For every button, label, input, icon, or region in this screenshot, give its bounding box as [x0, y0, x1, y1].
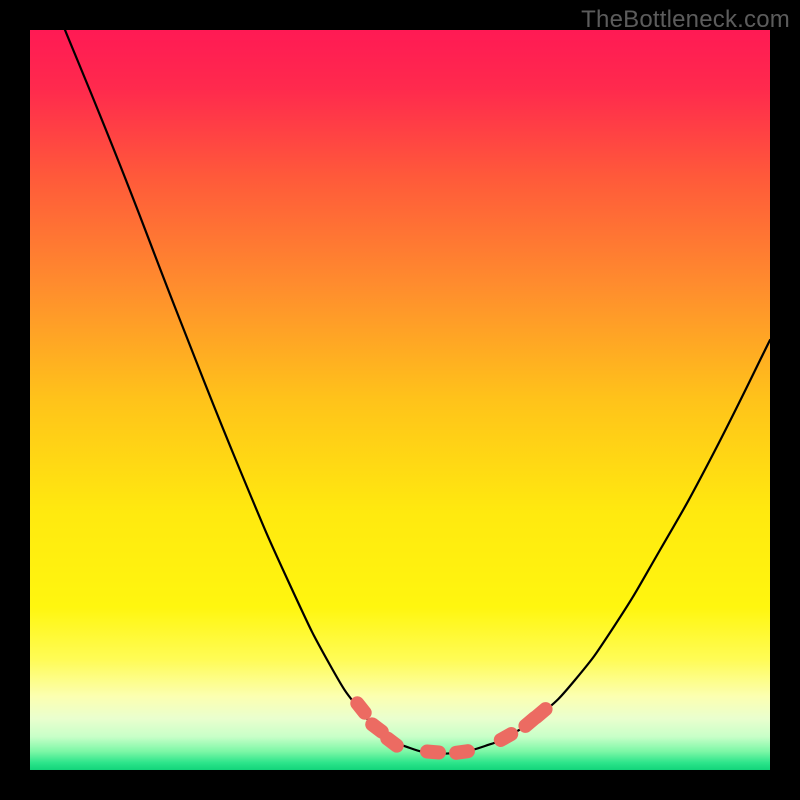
curve-marker [448, 743, 476, 760]
chart-frame: TheBottleneck.com [0, 0, 800, 800]
curve-markers [347, 693, 555, 760]
bottleneck-curve [65, 30, 770, 754]
curve-marker [419, 744, 446, 760]
chart-svg [30, 30, 770, 770]
watermark-text: TheBottleneck.com [581, 6, 790, 34]
plot-area [30, 30, 770, 770]
curve-marker [491, 725, 521, 750]
